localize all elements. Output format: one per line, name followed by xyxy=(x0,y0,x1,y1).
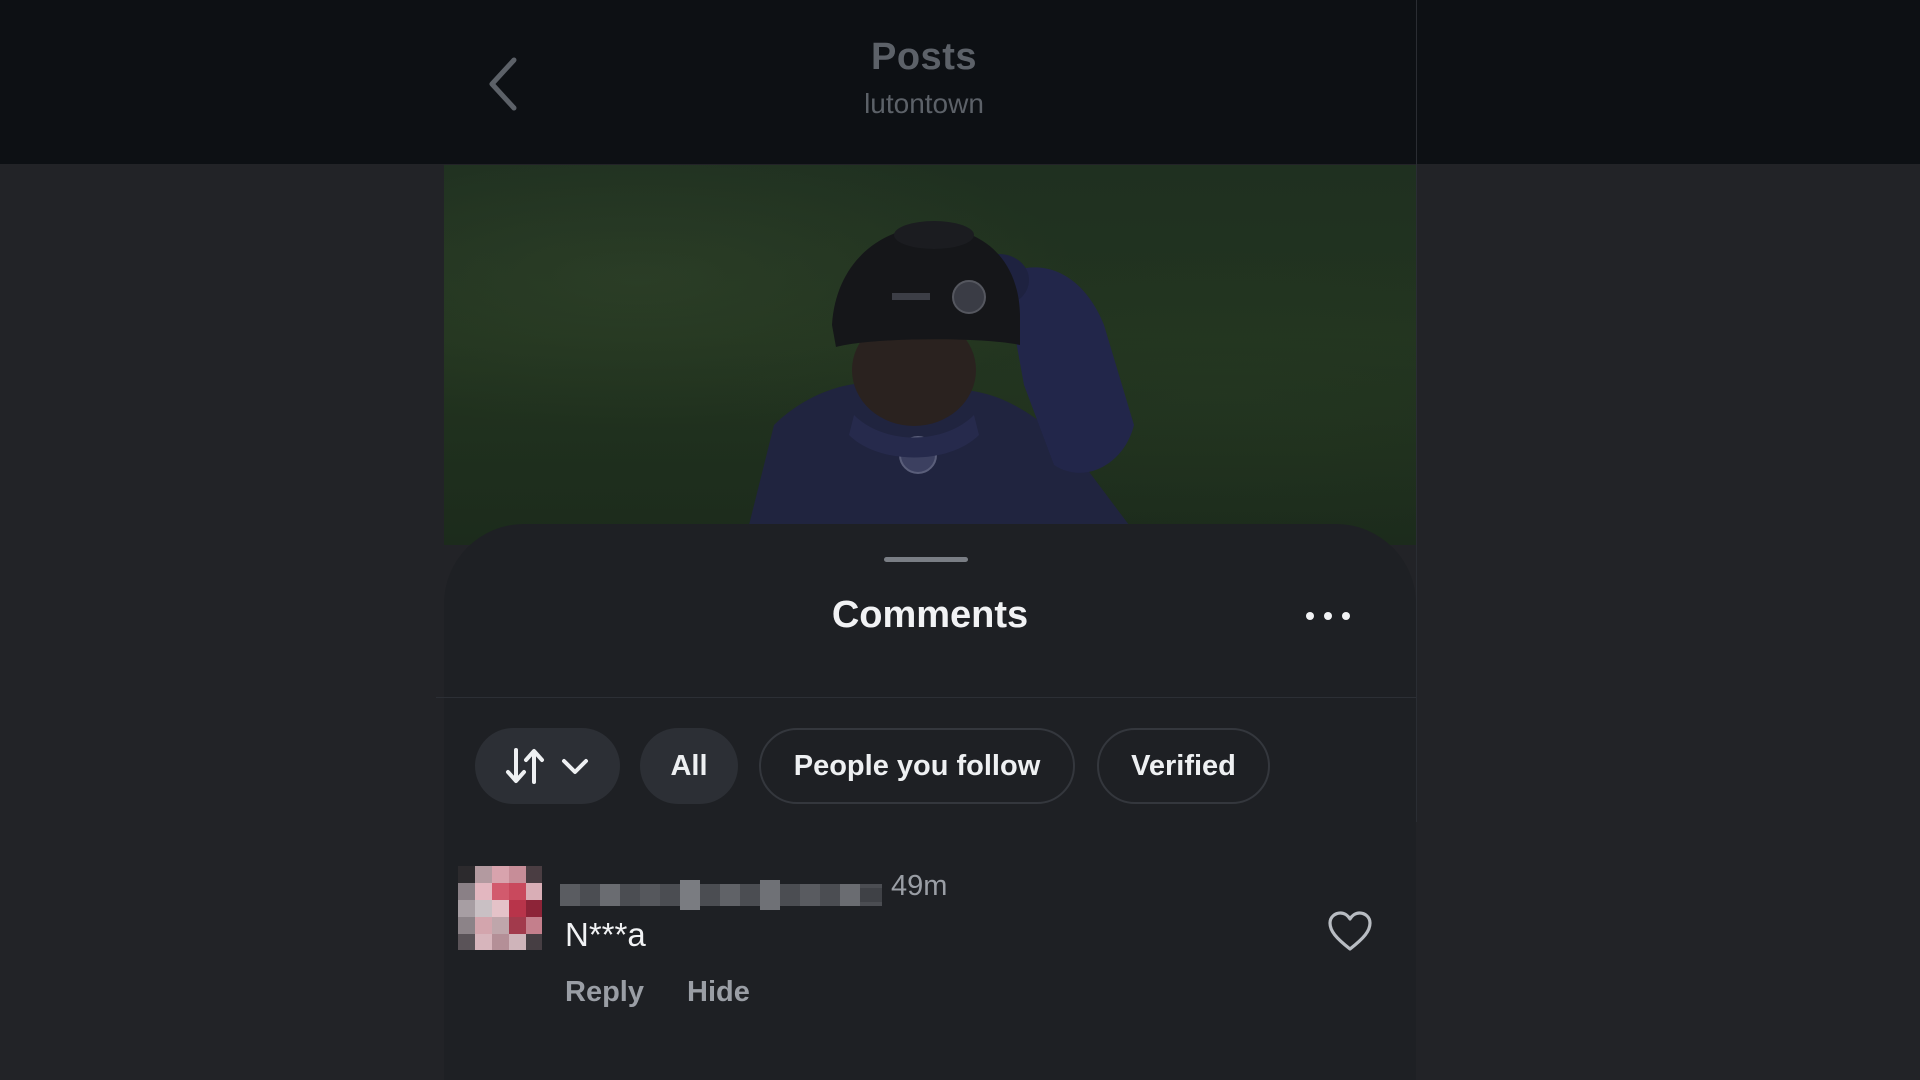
sheet-divider xyxy=(436,697,1416,698)
comments-sheet: Comments All People you follow Verified xyxy=(436,524,1416,1080)
comment-timestamp: 49m xyxy=(891,870,948,902)
filter-chip-all[interactable]: All xyxy=(640,728,738,804)
username-pixelated[interactable] xyxy=(560,880,882,910)
filter-chip-verified[interactable]: Verified xyxy=(1097,728,1270,804)
chevron-down-icon xyxy=(561,759,588,774)
filter-chip-people-you-follow[interactable]: People you follow xyxy=(759,728,1075,804)
page-title: Posts xyxy=(871,36,977,78)
heart-icon[interactable] xyxy=(1326,909,1374,953)
page-subtitle-username[interactable]: lutontown xyxy=(444,88,1404,120)
column-divider xyxy=(1416,0,1417,822)
more-horizontal-icon[interactable] xyxy=(1300,604,1356,628)
comment-text: N***a xyxy=(565,916,646,953)
sort-filter-button[interactable] xyxy=(475,728,620,804)
sheet-drag-handle[interactable] xyxy=(884,557,968,562)
navigation-header xyxy=(0,0,1920,164)
hide-button[interactable]: Hide xyxy=(687,976,750,1009)
post-photo[interactable] xyxy=(444,165,1416,545)
reply-button[interactable]: Reply xyxy=(565,976,644,1009)
avatar[interactable] xyxy=(458,866,542,950)
sort-arrows-icon xyxy=(505,748,544,784)
person-figure xyxy=(744,221,1144,545)
app-screen: Posts lutontown Comments All People you … xyxy=(0,0,1920,1080)
comments-title: Comments xyxy=(831,594,1029,636)
